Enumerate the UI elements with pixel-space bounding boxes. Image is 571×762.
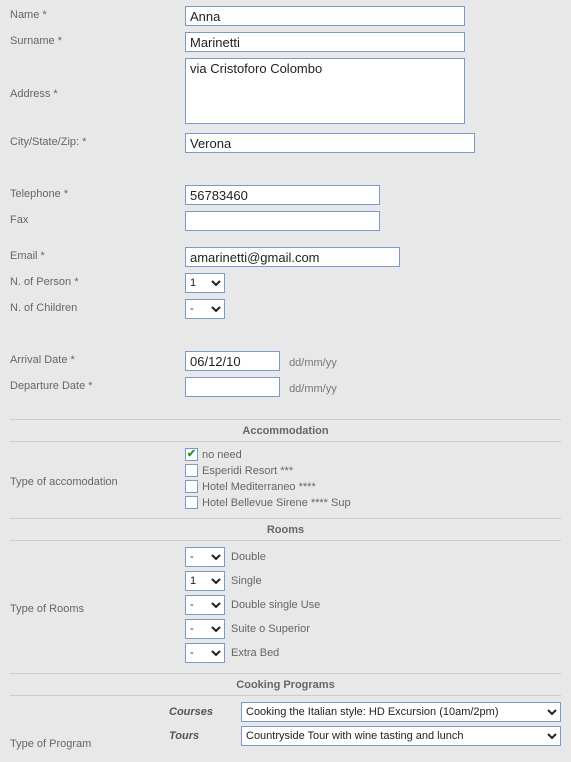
accom-checkbox-1[interactable] bbox=[185, 464, 198, 477]
room-type-label: Extra Bed bbox=[231, 647, 279, 659]
cooking-heading: Cooking Programs bbox=[10, 673, 561, 696]
departure-label: Departure Date * bbox=[10, 377, 185, 392]
arrival-input[interactable] bbox=[185, 351, 280, 371]
nchildren-select[interactable]: - bbox=[185, 299, 225, 319]
type-accom-label: Type of accomodation bbox=[10, 473, 185, 488]
fax-label: Fax bbox=[10, 211, 185, 226]
accom-option-label: Esperidi Resort *** bbox=[202, 465, 293, 477]
nperson-select[interactable]: 1 bbox=[185, 273, 225, 293]
accom-checkbox-3[interactable] bbox=[185, 496, 198, 509]
accom-option-label: Hotel Mediterraneo **** bbox=[202, 481, 316, 493]
address-label: Address * bbox=[10, 85, 185, 100]
arrival-label: Arrival Date * bbox=[10, 351, 185, 366]
accom-checkbox-0[interactable] bbox=[185, 448, 198, 461]
room-qty-select-0[interactable]: - bbox=[185, 547, 225, 567]
rooms-heading: Rooms bbox=[10, 518, 561, 541]
courses-select[interactable]: Cooking the Italian style: HD Excursion … bbox=[241, 702, 561, 722]
name-label: Name * bbox=[10, 6, 185, 21]
surname-label: Surname * bbox=[10, 32, 185, 47]
telephone-input[interactable] bbox=[185, 185, 380, 205]
tours-select[interactable]: Countryside Tour with wine tasting and l… bbox=[241, 726, 561, 746]
city-input[interactable] bbox=[185, 133, 475, 153]
email-label: Email * bbox=[10, 247, 185, 262]
tours-label: Tours bbox=[169, 730, 241, 742]
name-input[interactable] bbox=[185, 6, 465, 26]
courses-label: Courses bbox=[169, 706, 241, 718]
date-hint-departure: dd/mm/yy bbox=[289, 383, 337, 395]
departure-input[interactable] bbox=[185, 377, 280, 397]
room-qty-select-3[interactable]: - bbox=[185, 619, 225, 639]
room-type-label: Single bbox=[231, 575, 262, 587]
nperson-label: N. of Person * bbox=[10, 273, 185, 288]
type-program-label: Type of Program bbox=[10, 735, 169, 750]
telephone-label: Telephone * bbox=[10, 185, 185, 200]
room-qty-select-4[interactable]: - bbox=[185, 643, 225, 663]
date-hint-arrival: dd/mm/yy bbox=[289, 357, 337, 369]
nchildren-label: N. of Children bbox=[10, 299, 185, 314]
accom-option-label: Hotel Bellevue Sirene **** Sup bbox=[202, 497, 351, 509]
room-type-label: Double single Use bbox=[231, 599, 320, 611]
accom-checkbox-2[interactable] bbox=[185, 480, 198, 493]
surname-input[interactable] bbox=[185, 32, 465, 52]
accommodation-heading: Accommodation bbox=[10, 419, 561, 442]
room-qty-select-1[interactable]: 1 bbox=[185, 571, 225, 591]
address-input[interactable] bbox=[185, 58, 465, 124]
type-rooms-label: Type of Rooms bbox=[10, 600, 185, 615]
room-type-label: Suite o Superior bbox=[231, 623, 310, 635]
room-qty-select-2[interactable]: - bbox=[185, 595, 225, 615]
accom-option-label: no need bbox=[202, 449, 242, 461]
room-type-label: Double bbox=[231, 551, 266, 563]
email-input[interactable] bbox=[185, 247, 400, 267]
fax-input[interactable] bbox=[185, 211, 380, 231]
city-label: City/State/Zip: * bbox=[10, 133, 185, 148]
